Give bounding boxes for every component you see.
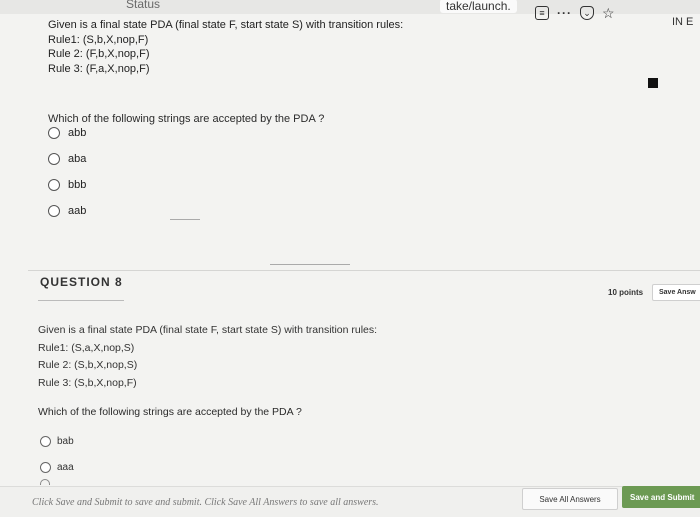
question-7-intro: Given is a final state PDA (final state …: [48, 19, 404, 31]
points-label: 10 points: [608, 288, 644, 297]
answer-option[interactable]: bab: [40, 428, 74, 454]
question-8-rule-3: Rule 3: (S,b,X,nop,F): [38, 376, 137, 389]
save-answer-button[interactable]: Save Answ: [652, 284, 700, 301]
address-bar[interactable]: take/launch.: [440, 0, 517, 13]
question-8-body: Given is a final state PDA (final state …: [38, 322, 378, 418]
save-all-answers-button[interactable]: Save All Answers: [522, 488, 618, 510]
question-7-prompt: Which of the following strings are accep…: [48, 113, 325, 125]
radio-button[interactable]: [48, 179, 60, 191]
extension-icon[interactable]: IN E: [672, 16, 693, 28]
radio-button[interactable]: [40, 479, 50, 485]
answer-label: bbb: [68, 179, 87, 191]
radio-button[interactable]: [40, 461, 51, 473]
question-7-rule-2: Rule 2: (F,b,X,nop,F): [48, 48, 150, 60]
radio-button[interactable]: [48, 153, 60, 165]
question-8-title: QUESTION 8: [40, 275, 123, 289]
answer-label: bab: [57, 435, 74, 447]
question-8-rule-1: Rule1: (S,a,X,nop,S): [38, 341, 135, 354]
question-8-prompt: Which of the following strings are accep…: [38, 406, 302, 418]
save-and-submit-button[interactable]: Save and Submit: [622, 486, 700, 508]
divider: [270, 264, 350, 265]
question-7-rule-3: Rule 3: (F,a,X,nop,F): [48, 62, 150, 75]
answer-label: aaa: [57, 461, 74, 473]
marker-square: [648, 78, 658, 88]
footer-instruction: Click Save and Submit to save and submit…: [32, 497, 379, 508]
question-8-options: bab aaa: [40, 428, 74, 480]
completion-status-label: Status: [126, 0, 161, 11]
radio-button[interactable]: [40, 435, 51, 447]
answer-label: aba: [68, 153, 87, 165]
question-7-body: Given is a final state PDA (final state …: [48, 18, 648, 125]
question-7-options: abb aba bbb aab: [48, 120, 86, 224]
divider: [38, 300, 124, 301]
question-8-intro: Given is a final state PDA (final state …: [38, 324, 378, 336]
divider: [170, 219, 200, 220]
answer-label: abb: [68, 127, 87, 139]
question-8-header: [28, 270, 700, 296]
radio-button[interactable]: [48, 205, 60, 217]
answer-option[interactable]: aab: [48, 198, 86, 224]
answer-option[interactable]: aba: [48, 146, 86, 172]
answer-option[interactable]: aaa: [40, 454, 74, 480]
answer-option[interactable]: abb: [48, 120, 86, 146]
answer-option[interactable]: bbb: [48, 172, 86, 198]
radio-button[interactable]: [48, 127, 60, 139]
answer-label: aab: [68, 205, 87, 217]
question-8-rule-2: Rule 2: (S,b,X,nop,S): [38, 359, 138, 371]
question-7-rule-1: Rule1: (S,b,X,nop,F): [48, 33, 149, 46]
